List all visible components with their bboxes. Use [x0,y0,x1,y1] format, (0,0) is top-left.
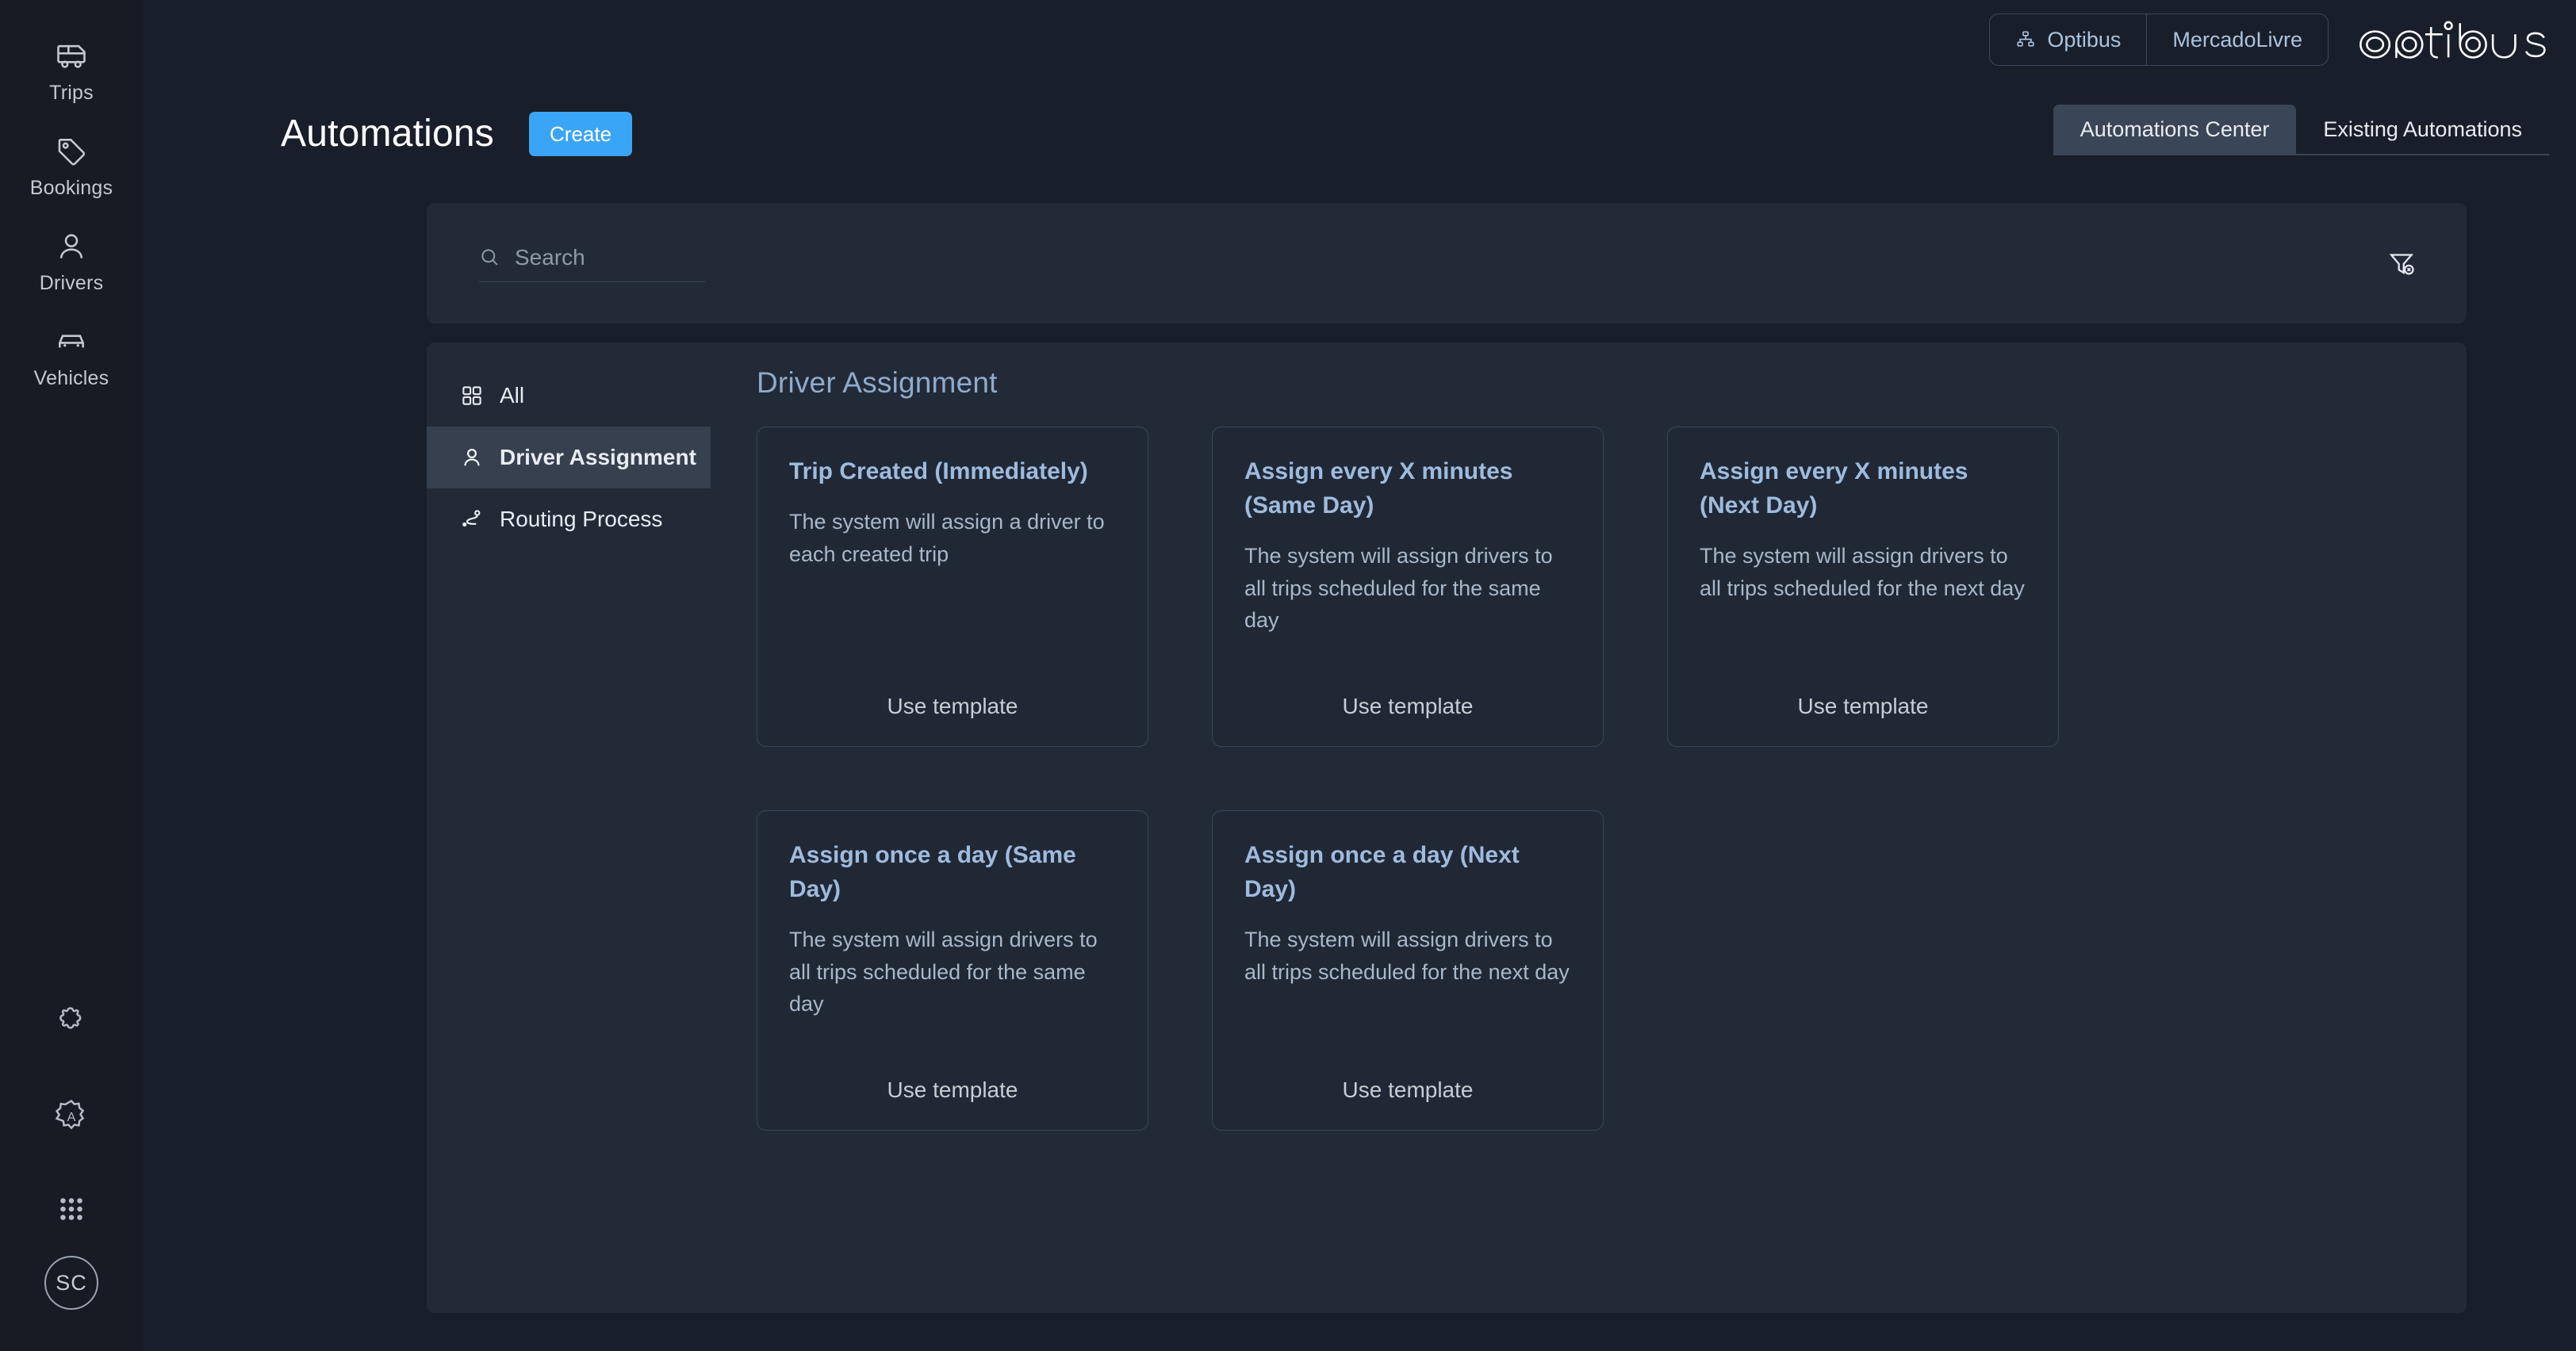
sidebar-item-vehicles[interactable]: Vehicles [0,312,143,396]
template-card-title: Trip Created (Immediately) [789,458,1088,484]
template-card[interactable]: Trip Created (Immediately) The system wi… [757,427,1148,747]
left-sidebar: Trips Bookings Drivers Vehicles A SC [0,0,143,1351]
clear-filter-button[interactable] [2381,243,2422,284]
avatar-initials: SC [56,1270,87,1295]
template-card-description: The system will assign drivers to all tr… [1700,544,2025,600]
category-list: All Driver Assignment Routing Process [427,343,711,1313]
optibus-logo [2356,13,2549,66]
top-bar: Optibus MercadoLivre [1989,0,2549,79]
sidebar-item-label: Trips [49,82,94,104]
content-panel: All Driver Assignment Routing Process Dr… [427,343,2467,1313]
tab-bar: Automations Center Existing Automations [2053,105,2549,155]
bus-icon [53,38,90,75]
search-field-wrapper[interactable] [479,244,705,282]
sidebar-apps-button[interactable] [0,1162,143,1256]
template-card[interactable]: Assign every X minutes (Next Day) The sy… [1667,427,2059,747]
template-card-description: The system will assign a driver to each … [789,510,1105,566]
sidebar-item-label: Vehicles [33,367,109,389]
templates-area: Driver Assignment Trip Created (Immediat… [711,343,2467,1313]
svg-text:A: A [67,1110,76,1124]
section-title: Driver Assignment [757,366,998,399]
tab-existing-automations[interactable]: Existing Automations [2296,105,2549,154]
category-item-driver-assignment[interactable]: Driver Assignment [427,427,711,488]
org-switcher-current[interactable]: Optibus [1990,14,2146,65]
use-template-button[interactable]: Use template [789,1077,1116,1106]
person-icon [53,228,90,265]
grid-icon [460,384,484,408]
sidebar-item-bookings[interactable]: Bookings [0,122,143,206]
category-item-routing-process[interactable]: Routing Process [427,488,711,550]
tag-icon [53,133,90,170]
template-card-description: The system will assign drivers to all tr… [1244,544,1553,633]
template-card[interactable]: Assign once a day (Same Day) The system … [757,810,1148,1131]
page-header-row: Automations Create Automations Center Ex… [281,105,2549,163]
sidebar-item-drivers[interactable]: Drivers [0,217,143,301]
category-item-label: All [500,383,525,408]
org-switcher-tenant-label: MercadoLivre [2172,27,2302,52]
template-card[interactable]: Assign once a day (Next Day) The system … [1212,810,1604,1131]
sidebar-item-label: Drivers [39,272,104,294]
template-card-description: The system will assign drivers to all tr… [789,928,1098,1016]
template-card-grid: Trip Created (Immediately) The system wi… [757,427,2419,1131]
use-template-button[interactable]: Use template [1244,1077,1571,1106]
category-item-label: Driver Assignment [500,445,696,469]
org-switcher[interactable]: Optibus MercadoLivre [1989,13,2329,66]
template-card[interactable]: Assign every X minutes (Same Day) The sy… [1212,427,1604,747]
filter-clear-icon [2387,249,2416,277]
template-card-title: Assign every X minutes (Same Day) [1244,458,1513,519]
category-item-label: Routing Process [500,507,663,531]
org-switcher-current-label: Optibus [2047,27,2122,52]
search-input[interactable] [515,244,689,270]
sidebar-automations-button[interactable]: A [0,1069,143,1162]
automations-badge-icon: A [53,1097,90,1134]
person-icon [460,446,484,469]
template-card-title: Assign every X minutes (Next Day) [1700,458,1968,519]
tab-automations-center[interactable]: Automations Center [2053,105,2297,154]
use-template-button[interactable]: Use template [1244,694,1571,722]
search-panel [427,203,2467,323]
avatar[interactable]: SC [44,1256,98,1310]
app-root: Trips Bookings Drivers Vehicles A SC Opt… [0,0,2576,1351]
use-template-button[interactable]: Use template [1700,694,2026,722]
puzzle-icon [53,1004,90,1040]
search-icon [479,247,500,268]
create-button[interactable]: Create [529,112,633,156]
template-card-title: Assign once a day (Next Day) [1244,842,1520,903]
org-switcher-tenant[interactable]: MercadoLivre [2146,14,2328,65]
page-title: Automations [281,113,495,155]
apps-grid-icon [53,1191,90,1227]
category-item-all[interactable]: All [427,365,711,427]
sidebar-item-label: Bookings [29,177,113,199]
org-chart-icon [2015,29,2036,50]
sidebar-extensions-button[interactable] [0,975,143,1069]
route-icon [460,507,484,531]
use-template-button[interactable]: Use template [789,694,1116,722]
car-icon [53,323,90,360]
sidebar-item-trips[interactable]: Trips [0,27,143,111]
main-region: Optibus MercadoLivre Automations Create … [143,0,2576,1351]
template-card-description: The system will assign drivers to all tr… [1244,928,1570,984]
template-card-title: Assign once a day (Same Day) [789,842,1076,903]
